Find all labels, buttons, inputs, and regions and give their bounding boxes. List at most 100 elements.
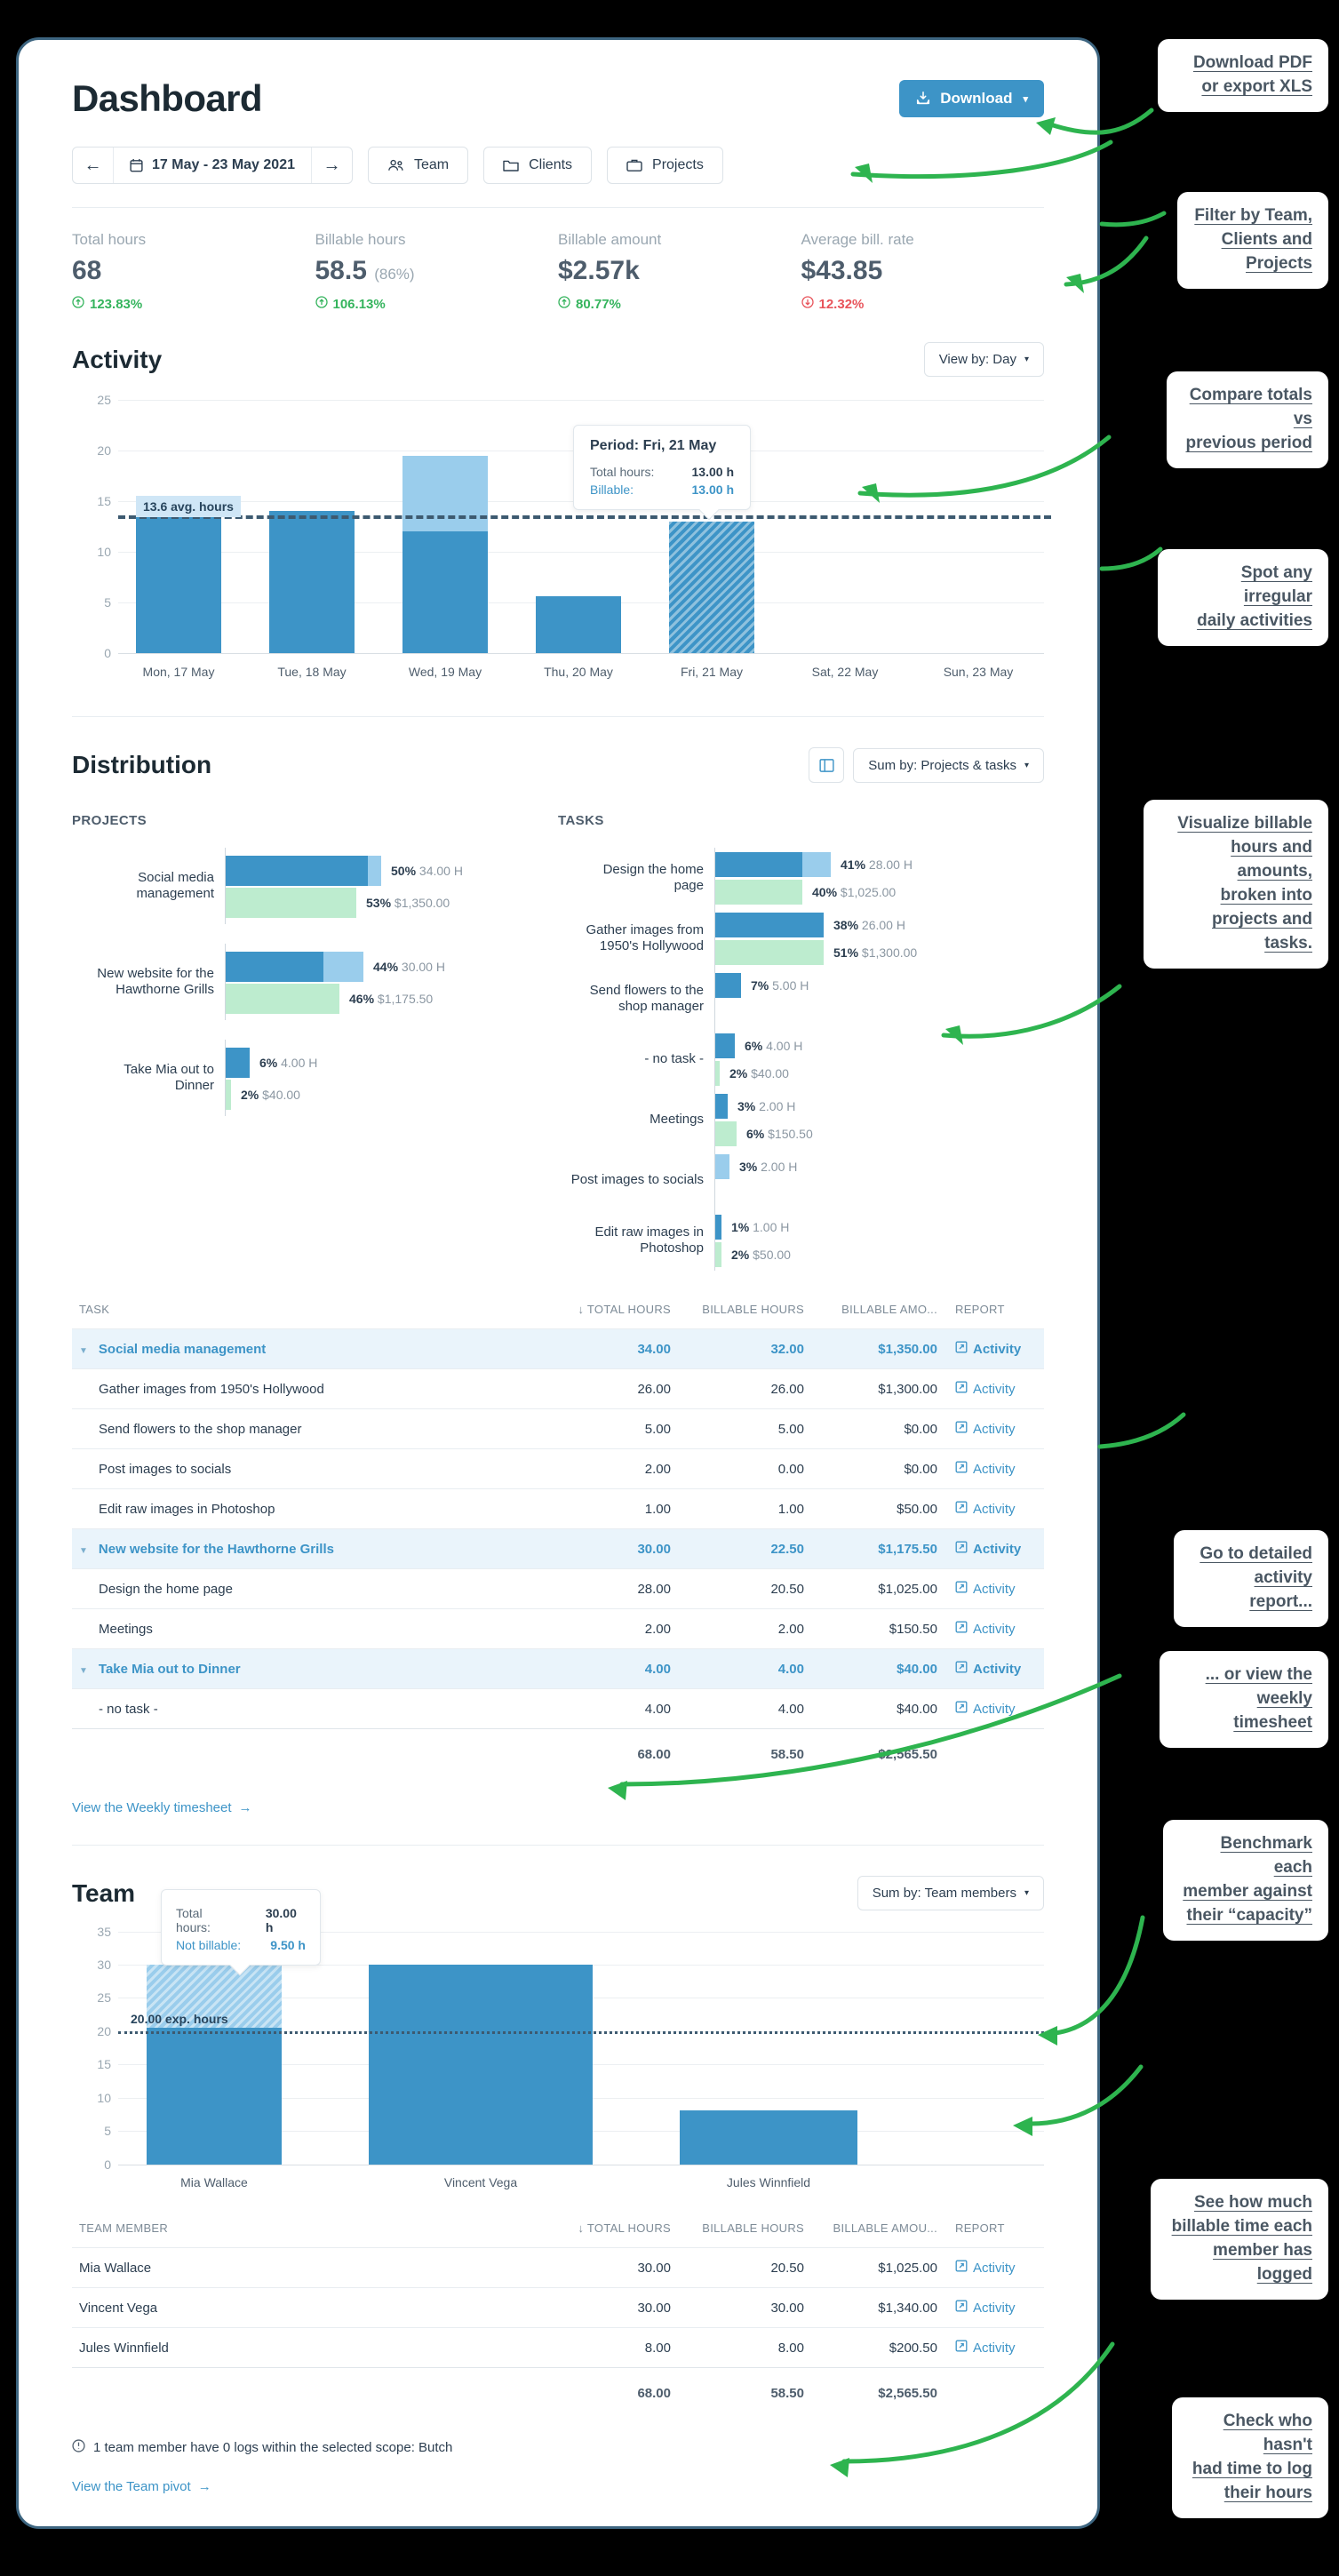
table-row[interactable]: Mia Wallace 30.00 20.50 $1,025.00 Activity	[72, 2247, 1044, 2288]
prev-period-button[interactable]: ←	[73, 148, 114, 183]
date-range-picker[interactable]: 17 May - 23 May 2021	[114, 148, 311, 183]
bar-row[interactable]: 3% 2.00 H	[715, 1092, 1044, 1120]
bar-row[interactable]: 6% 4.00 H	[715, 1032, 1044, 1059]
activity-report-link[interactable]: Activity	[955, 2300, 1016, 2316]
col-total-hours[interactable]: ↓ TOTAL HOURS	[546, 2214, 680, 2248]
team-xtick-mia: Mia Wallace	[180, 2175, 248, 2189]
col-billable-amount[interactable]: BILLABLE AMO...	[813, 1296, 946, 1329]
bar-row[interactable]: 6% 4.00 H	[226, 1047, 558, 1079]
table-row[interactable]: Jules Winnfield 8.00 8.00 $200.50 Activity	[72, 2327, 1044, 2368]
activity-xtick-tue: Tue, 18 May	[277, 665, 347, 679]
table-row[interactable]: Send flowers to the shop manager 5.00 5.00…	[72, 1408, 1044, 1449]
cell-task: Meetings	[72, 1608, 546, 1649]
bar-row[interactable]: 50% 34.00 H	[226, 855, 558, 887]
cell-billable-amount: $1,300.00	[813, 1368, 946, 1409]
cell-report[interactable]: Activity	[946, 2247, 1044, 2288]
layout-toggle-button[interactable]	[809, 747, 845, 783]
col-billable-amount[interactable]: BILLABLE AMOU...	[813, 2214, 946, 2248]
next-period-button[interactable]: →	[311, 148, 352, 183]
bar-row[interactable]: 46% $1,175.50	[226, 983, 558, 1015]
callout-line: previous period	[1185, 433, 1312, 452]
table-row[interactable]: ▼ Take Mia out to Dinner 4.00 4.00 $40.00 Act…	[72, 1648, 1044, 1689]
weekly-timesheet-link[interactable]: View the Weekly timesheet →	[72, 1800, 252, 1815]
table-row[interactable]: ▼ New website for the Hawthorne Grills 30.…	[72, 1528, 1044, 1569]
activity-report-link[interactable]: Activity	[955, 1341, 1021, 1357]
table-row[interactable]: Meetings 2.00 2.00 $150.50 Activity	[72, 1608, 1044, 1649]
download-button[interactable]: Download ▾	[899, 80, 1044, 117]
cell-billable-amount-sum: $2,565.50	[813, 1728, 946, 1774]
bar-row[interactable]: 2% $40.00	[715, 1059, 1044, 1087]
activity-report-link[interactable]: Activity	[955, 1461, 1016, 1477]
cell-report[interactable]: Activity	[946, 1688, 1044, 1729]
table-row[interactable]: Design the home page 28.00 20.50 $1,025.00 A…	[72, 1568, 1044, 1609]
cell-report[interactable]: Activity	[946, 1528, 1044, 1569]
bar-row[interactable]: 7% 5.00 H	[715, 971, 1044, 999]
activity-report-link[interactable]: Activity	[955, 2260, 1016, 2276]
cell-report[interactable]: Activity	[946, 2327, 1044, 2368]
activity-report-link[interactable]: Activity	[955, 1381, 1016, 1397]
table-row[interactable]: ▼ Social media management 34.00 32.00 $1,350…	[72, 1328, 1044, 1369]
bar-row[interactable]: 2% $50.00	[715, 1240, 1044, 1268]
table-row[interactable]: Gather images from 1950's Hollywood 26.00…	[72, 1368, 1044, 1409]
bar-row[interactable]: 2% $40.00	[226, 1079, 558, 1111]
activity-report-link[interactable]: Activity	[955, 1421, 1016, 1437]
table-row[interactable]: - no task -4.00 4.00 $40.00 Activity	[72, 1688, 1044, 1729]
team-bar-vincent[interactable]	[369, 1965, 593, 2165]
col-task[interactable]: TASK	[72, 1296, 546, 1329]
activity-view-by-select[interactable]: View by: Day ▾	[923, 342, 1044, 377]
collapse-caret-icon[interactable]: ▼	[79, 1666, 88, 1676]
col-billable-hours[interactable]: BILLABLE HOURS	[680, 1296, 813, 1329]
team-bar-mia[interactable]	[147, 1965, 282, 2165]
bar-row[interactable]: 3% 2.00 H	[715, 1152, 1044, 1180]
bar-row[interactable]: 41% 28.00 H	[715, 850, 1044, 878]
table-row[interactable]: Vincent Vega 30.00 30.00 $1,340.00 Activity	[72, 2287, 1044, 2328]
cell-report[interactable]: Activity	[946, 1648, 1044, 1689]
cell-report[interactable]: Activity	[946, 1448, 1044, 1489]
bar-row[interactable]: 1% 1.00 H	[715, 1213, 1044, 1240]
filter-team-button[interactable]: Team	[368, 147, 469, 184]
activity-report-link[interactable]: Activity	[955, 1581, 1016, 1597]
col-billable-hours[interactable]: BILLABLE HOURS	[680, 2214, 813, 2248]
cell-report[interactable]: Activity	[946, 1408, 1044, 1449]
cell-report[interactable]: Activity	[946, 1568, 1044, 1609]
team-xtick-vincent: Vincent Vega	[443, 2175, 518, 2189]
filter-clients-button[interactable]: Clients	[483, 147, 593, 184]
team-bar-jules[interactable]	[680, 2110, 857, 2165]
filter-projects-button[interactable]: Projects	[607, 147, 723, 184]
cell-report[interactable]: Activity	[946, 1608, 1044, 1649]
cell-report[interactable]: Activity	[946, 2287, 1044, 2328]
cell-report[interactable]: Activity	[946, 1368, 1044, 1409]
collapse-caret-icon[interactable]: ▼	[79, 1546, 88, 1556]
bar-row[interactable]: 40% $1,025.00	[715, 878, 1044, 905]
col-report[interactable]: REPORT	[946, 2214, 1044, 2248]
bar-row[interactable]: 44% 30.00 H	[226, 951, 558, 983]
bar-row[interactable]: 6% $150.50	[715, 1120, 1044, 1147]
collapse-caret-icon[interactable]: ▼	[79, 1346, 88, 1356]
activity-bar-thu[interactable]	[536, 596, 621, 653]
team-pivot-link[interactable]: View the Team pivot →	[72, 2479, 211, 2494]
col-total-hours[interactable]: ↓ TOTAL HOURS	[546, 1296, 680, 1329]
table-row[interactable]: Post images to socials 2.00 0.00 $0.00 Activ…	[72, 1448, 1044, 1489]
activity-report-link[interactable]: Activity	[955, 1621, 1016, 1637]
distribution-sum-by-select[interactable]: Sum by: Projects & tasks ▾	[853, 747, 1044, 783]
bar-row[interactable]: 51% $1,300.00	[715, 938, 1044, 966]
activity-bar-fri[interactable]	[669, 522, 754, 653]
activity-bar-mon[interactable]	[136, 511, 221, 653]
activity-bar-tue[interactable]	[269, 511, 355, 653]
col-report[interactable]: REPORT	[946, 1296, 1044, 1329]
activity-report-link[interactable]: Activity	[955, 1661, 1021, 1677]
tooltip-row: Total hours: 30.00 h	[176, 1906, 297, 1934]
activity-report-link[interactable]: Activity	[955, 1541, 1021, 1557]
team-xtick-jules: Jules Winnfield	[726, 2175, 811, 2189]
activity-bar-wed[interactable]	[402, 456, 488, 653]
bar-row[interactable]: 38% 26.00 H	[715, 911, 1044, 938]
activity-report-link[interactable]: Activity	[955, 2340, 1016, 2356]
col-team-member[interactable]: TEAM MEMBER	[72, 2214, 546, 2248]
team-sum-by-select[interactable]: Sum by: Team members ▾	[857, 1876, 1044, 1910]
table-row[interactable]: Edit raw images in Photoshop 1.00 1.00 $50.…	[72, 1488, 1044, 1529]
bar-row[interactable]: 53% $1,350.00	[226, 887, 558, 919]
cell-report[interactable]: Activity	[946, 1328, 1044, 1369]
cell-report[interactable]: Activity	[946, 1488, 1044, 1529]
activity-report-link[interactable]: Activity	[955, 1701, 1016, 1717]
activity-report-link[interactable]: Activity	[955, 1501, 1016, 1517]
